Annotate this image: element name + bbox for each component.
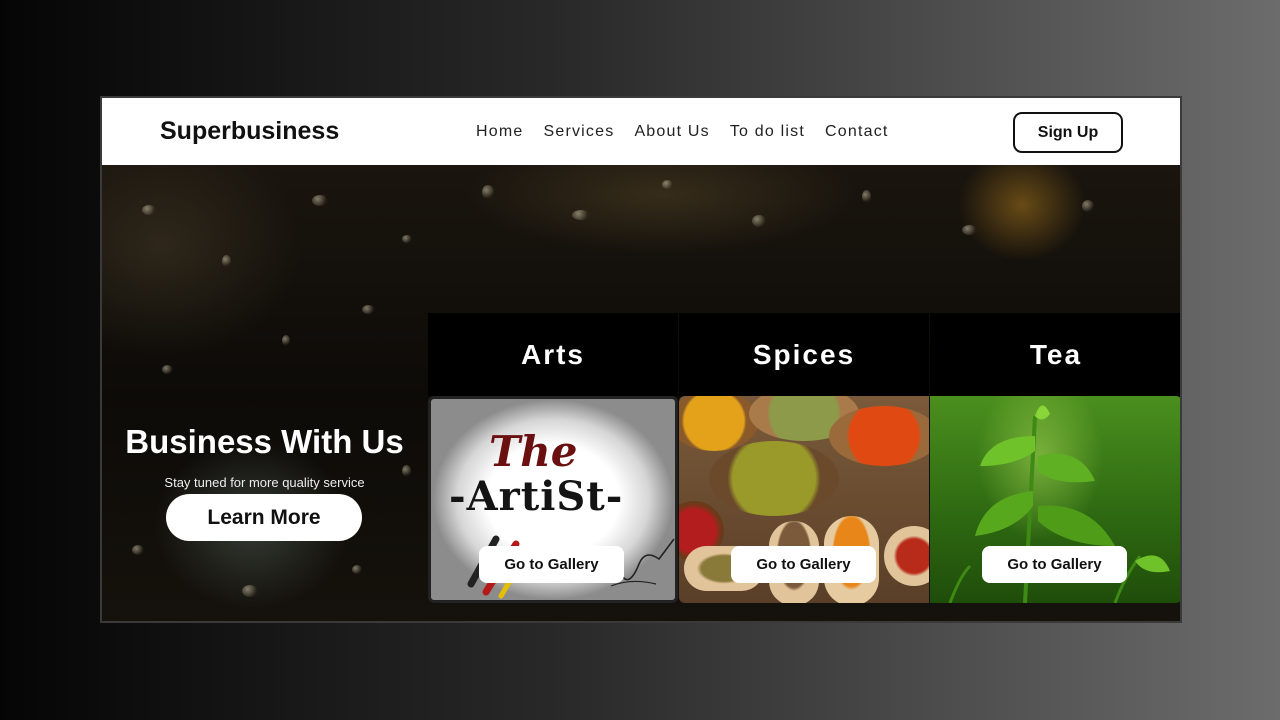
card-title: Spices [679, 313, 929, 396]
image-text: -ArtiSt- [449, 473, 624, 520]
droplet [162, 365, 173, 374]
nav-about-us[interactable]: About Us [634, 123, 709, 141]
brand-logo[interactable]: Superbusiness [160, 117, 339, 146]
nav-todo-list[interactable]: To do list [730, 123, 805, 141]
droplet [362, 305, 375, 314]
card-title: Tea [930, 313, 1180, 396]
droplet [482, 185, 494, 199]
droplet [862, 190, 871, 203]
hero-title: Business With Us [125, 423, 404, 460]
browser-frame: Superbusiness Home Services About Us To … [100, 96, 1182, 623]
spice-bowl [709, 441, 839, 516]
hero-text: Business With Us Stay tuned for more qua… [122, 423, 407, 490]
droplet [352, 565, 362, 574]
spice-bowl [679, 396, 759, 451]
learn-more-button[interactable]: Learn More [166, 494, 362, 541]
nav-home[interactable]: Home [476, 123, 523, 141]
droplet [662, 180, 673, 189]
tea-gallery-button[interactable]: Go to Gallery [982, 546, 1127, 583]
sign-up-button[interactable]: Sign Up [1013, 112, 1123, 153]
nav-contact[interactable]: Contact [825, 123, 889, 141]
navbar: Superbusiness Home Services About Us To … [102, 98, 1180, 165]
nav-services[interactable]: Services [543, 123, 614, 141]
droplet [312, 195, 328, 206]
droplet [242, 585, 258, 597]
droplet [402, 235, 412, 243]
card-title: Arts [428, 313, 678, 396]
spice-scoop [884, 526, 929, 586]
spices-gallery-button[interactable]: Go to Gallery [731, 546, 876, 583]
droplet [1082, 200, 1094, 212]
droplet [132, 545, 144, 555]
droplet [962, 225, 977, 235]
image-text: The [489, 427, 578, 476]
droplet [752, 215, 766, 227]
droplet [572, 210, 590, 220]
droplet [282, 335, 290, 346]
droplet [222, 255, 231, 267]
hero-section: Business With Us Stay tuned for more qua… [102, 165, 1180, 621]
spice-bowl [829, 406, 929, 466]
hero-subtitle: Stay tuned for more quality service [164, 475, 365, 490]
droplet [142, 205, 156, 215]
nav-links: Home Services About Us To do list Contac… [476, 123, 909, 141]
arts-gallery-button[interactable]: Go to Gallery [479, 546, 624, 583]
